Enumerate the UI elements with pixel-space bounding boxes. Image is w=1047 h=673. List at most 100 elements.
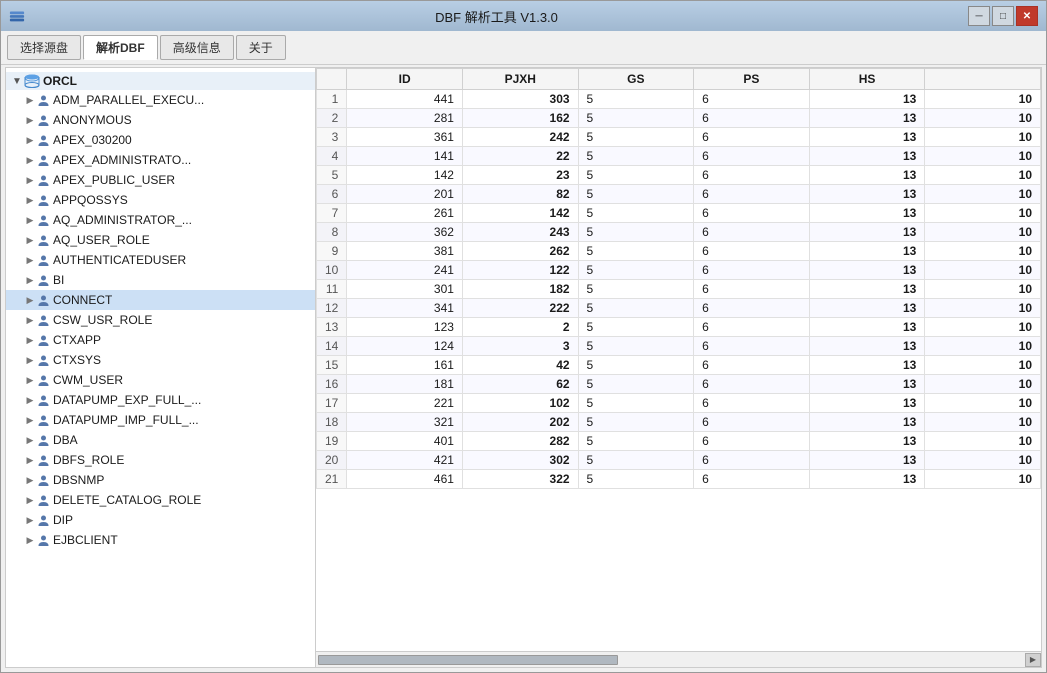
cell-id: 441 <box>347 90 463 109</box>
cell-rownum: 8 <box>317 223 347 242</box>
cell-hs: 13 <box>809 299 925 318</box>
cell-gs: 5 <box>578 185 694 204</box>
cell-gs: 5 <box>578 318 694 337</box>
horizontal-scrollbar-thumb[interactable] <box>318 655 618 665</box>
cell-rownum: 5 <box>317 166 347 185</box>
user-icon <box>36 193 50 207</box>
cell-id: 362 <box>347 223 463 242</box>
tree-item[interactable]: ▶DBFS_ROLE <box>6 450 315 470</box>
tree-item-label: EJBCLIENT <box>53 533 118 547</box>
tree-item[interactable]: ▶CTXAPP <box>6 330 315 350</box>
scroll-right-arrow[interactable]: ▶ <box>1025 653 1041 667</box>
table-head: IDPJXHGSPSHS <box>317 69 1041 90</box>
minimize-button[interactable]: ─ <box>968 6 990 26</box>
user-icon <box>36 513 50 527</box>
tree-item[interactable]: ▶DBSNMP <box>6 470 315 490</box>
tree-item-expand-arrow: ▶ <box>24 134 36 146</box>
user-icon <box>36 413 50 427</box>
cell-ps: 6 <box>694 128 810 147</box>
cell-ps: 6 <box>694 451 810 470</box>
table-row: 10241122561310 <box>317 261 1041 280</box>
tree-item-label: DATAPUMP_IMP_FULL_... <box>53 413 199 427</box>
col-header-ps: PS <box>694 69 810 90</box>
tree-root-label: ORCL <box>43 74 77 88</box>
cell-ps: 6 <box>694 204 810 223</box>
user-icon <box>36 453 50 467</box>
cell-id: 281 <box>347 109 463 128</box>
tree-item[interactable]: ▶CONNECT <box>6 290 315 310</box>
tab-select-source[interactable]: 选择源盘 <box>7 35 81 60</box>
tree-item[interactable]: ▶ CSW_USR_ROLE <box>6 310 315 330</box>
cell-hs: 13 <box>809 242 925 261</box>
table-row: 1618162561310 <box>317 375 1041 394</box>
tree-expand-icon: ▼ <box>10 74 24 88</box>
cell-rownum: 18 <box>317 413 347 432</box>
close-button[interactable]: ✕ <box>1016 6 1038 26</box>
maximize-button[interactable]: □ <box>992 6 1014 26</box>
cell-rownum: 12 <box>317 299 347 318</box>
cell-extra: 10 <box>925 128 1041 147</box>
tree-item[interactable]: ▶DIP <box>6 510 315 530</box>
table-row: 9381262561310 <box>317 242 1041 261</box>
tree-item-label: DBFS_ROLE <box>53 453 124 467</box>
cell-extra: 10 <box>925 451 1041 470</box>
tree-item-label: CSW_USR_ROLE <box>53 313 152 327</box>
tree-item-expand-arrow: ▶ <box>24 254 36 266</box>
tree-item[interactable]: ▶DATAPUMP_EXP_FULL_... <box>6 390 315 410</box>
tree-item[interactable]: ▶AQ_USER_ROLE <box>6 230 315 250</box>
user-icon <box>36 433 50 447</box>
table-row: 141243561310 <box>317 337 1041 356</box>
cell-extra: 10 <box>925 337 1041 356</box>
tree-item[interactable]: ▶EJBCLIENT <box>6 530 315 550</box>
tree-item-expand-arrow: ▶ <box>24 154 36 166</box>
table-row: 12341222561310 <box>317 299 1041 318</box>
cell-gs: 5 <box>578 280 694 299</box>
cell-rownum: 11 <box>317 280 347 299</box>
table-row: 8362243561310 <box>317 223 1041 242</box>
tree-item[interactable]: ▶DBA <box>6 430 315 450</box>
cell-rownum: 15 <box>317 356 347 375</box>
user-icon <box>36 353 50 367</box>
tree-item[interactable]: ▶APEX_PUBLIC_USER <box>6 170 315 190</box>
tab-advanced-info[interactable]: 高级信息 <box>160 35 234 60</box>
tree-item[interactable]: ▶DELETE_CATALOG_ROLE <box>6 490 315 510</box>
cell-pjxh: 182 <box>462 280 578 299</box>
tab-about[interactable]: 关于 <box>236 35 286 60</box>
cell-hs: 13 <box>809 356 925 375</box>
tree-scroll[interactable]: ▼ ORCL ▶ADM_PAR <box>6 68 315 667</box>
tree-item[interactable]: ▶AQ_ADMINISTRATOR_... <box>6 210 315 230</box>
cell-hs: 13 <box>809 223 925 242</box>
tree-item[interactable]: ▶ ANONYMOUS <box>6 110 315 130</box>
tree-item[interactable]: ▶AUTHENTICATEDUSER <box>6 250 315 270</box>
cell-id: 124 <box>347 337 463 356</box>
cell-extra: 10 <box>925 413 1041 432</box>
cell-ps: 6 <box>694 185 810 204</box>
tree-item[interactable]: ▶ADM_PARALLEL_EXECU... <box>6 90 315 110</box>
cell-gs: 5 <box>578 432 694 451</box>
table-row: 11301182561310 <box>317 280 1041 299</box>
cell-pjxh: 282 <box>462 432 578 451</box>
tree-item[interactable]: ▶CTXSYS <box>6 350 315 370</box>
tree-item-expand-arrow: ▶ <box>24 314 36 326</box>
tree-item[interactable]: ▶BI <box>6 270 315 290</box>
cell-pjxh: 302 <box>462 451 578 470</box>
tree-item-expand-arrow: ▶ <box>24 114 36 126</box>
cell-rownum: 9 <box>317 242 347 261</box>
tree-item-label: APEX_PUBLIC_USER <box>53 173 175 187</box>
tree-item[interactable]: ▶APEX_ADMINISTRATO... <box>6 150 315 170</box>
cell-rownum: 13 <box>317 318 347 337</box>
window-controls: ─ □ ✕ <box>968 6 1038 26</box>
tab-parse-dbf[interactable]: 解析DBF <box>83 35 158 60</box>
tree-item-label: ANONYMOUS <box>53 113 132 127</box>
horizontal-scroll-area[interactable]: ▶ <box>316 651 1041 667</box>
tree-root-item[interactable]: ▼ ORCL <box>6 72 315 90</box>
table-row: 7261142561310 <box>317 204 1041 223</box>
tree-item[interactable]: ▶DATAPUMP_IMP_FULL_... <box>6 410 315 430</box>
cell-rownum: 16 <box>317 375 347 394</box>
tree-item[interactable]: ▶CWM_USER <box>6 370 315 390</box>
tree-item-label: ADM_PARALLEL_EXECU... <box>53 93 204 107</box>
col-header-id: ID <box>347 69 463 90</box>
tree-item[interactable]: ▶APEX_030200 <box>6 130 315 150</box>
table-container[interactable]: IDPJXHGSPSHS 144130356131022811625613103… <box>316 68 1041 651</box>
tree-item[interactable]: ▶APPQOSSYS <box>6 190 315 210</box>
